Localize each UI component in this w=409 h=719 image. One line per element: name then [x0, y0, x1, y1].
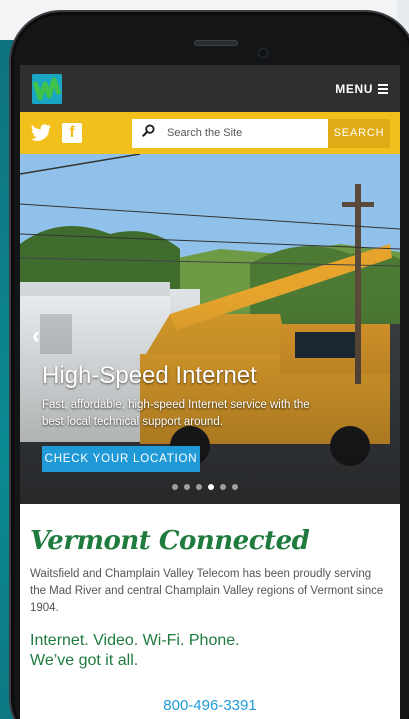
tagline-line-2: We’ve got it all. — [30, 652, 139, 669]
social-links: f — [30, 123, 132, 143]
search-input[interactable]: Search the Site — [132, 118, 328, 148]
phone-screen: MENU f Search the Site SEARCH ‹ High-Spe… — [20, 65, 400, 719]
search-icon — [142, 124, 155, 142]
hero-subtitle: Fast, affordable, high-speed Internet se… — [42, 399, 310, 428]
hero-title: High-Speed Internet — [42, 362, 257, 389]
twitter-icon[interactable] — [30, 124, 52, 142]
menu-label: MENU — [335, 81, 373, 96]
search-strip: f Search the Site SEARCH — [20, 112, 400, 154]
search-button[interactable]: SEARCH — [328, 118, 390, 148]
search-placeholder: Search the Site — [167, 127, 243, 139]
menu-icon — [378, 83, 388, 94]
phone-speaker — [194, 40, 238, 46]
intro-text: Waitsfield and Champlain Valley Telecom … — [30, 568, 384, 614]
carousel-dot[interactable] — [208, 484, 214, 490]
carousel-dot[interactable] — [196, 484, 202, 490]
intro-section: Vermont Connected Waitsfield and Champla… — [20, 504, 400, 714]
tagline-line-1: Internet. Video. Wi-Fi. Phone. — [30, 632, 240, 649]
check-location-button[interactable]: CHECK YOUR LOCATION — [42, 446, 200, 472]
carousel-dot[interactable] — [232, 484, 238, 490]
section-headline: Vermont Connected — [30, 526, 310, 556]
phone-camera — [258, 48, 268, 58]
carousel-dot[interactable] — [184, 484, 190, 490]
menu-button[interactable]: MENU — [335, 82, 388, 96]
logo-icon[interactable] — [32, 73, 62, 104]
chevron-left-icon[interactable]: ‹ — [32, 322, 40, 350]
site-header: MENU — [20, 65, 400, 112]
hero-carousel: ‹ High-Speed Internet Fast, affordable, … — [20, 154, 400, 504]
carousel-dots — [172, 484, 238, 490]
tagline: Internet. Video. Wi-Fi. Phone. We’ve got… — [30, 631, 390, 671]
phone-link[interactable]: 800-496-3391 — [30, 697, 390, 714]
carousel-dot[interactable] — [172, 484, 178, 490]
facebook-icon[interactable]: f — [62, 123, 82, 143]
carousel-dot[interactable] — [220, 484, 226, 490]
